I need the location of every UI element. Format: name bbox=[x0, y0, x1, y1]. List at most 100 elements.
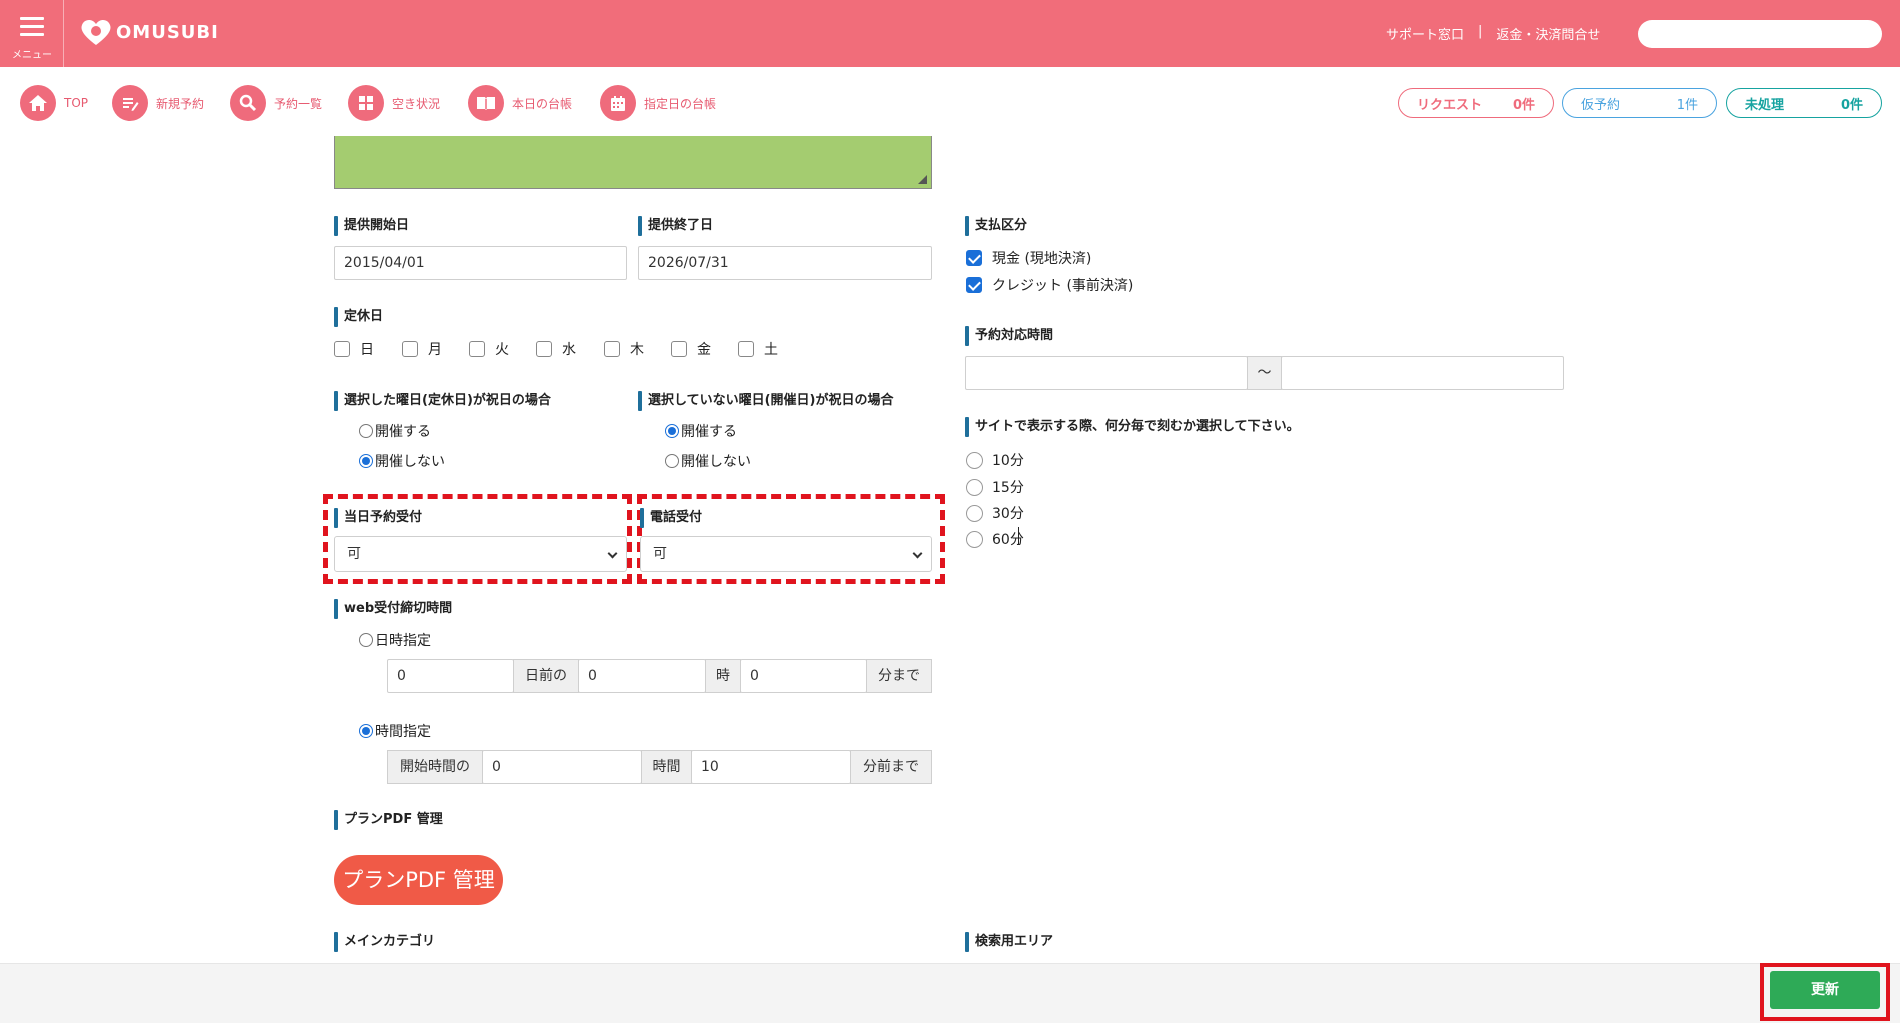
search-area-label: 検索用エリア bbox=[965, 932, 1053, 952]
radio-selected-icon bbox=[359, 454, 373, 468]
holiday-sun-label: 日 bbox=[360, 342, 374, 358]
deadline-date-radio[interactable]: 日時指定 bbox=[359, 630, 431, 650]
nav-today-ledger[interactable]: 本日の台帳 bbox=[468, 85, 572, 121]
link-separator: | bbox=[1478, 24, 1483, 39]
payment-credit-label: クレジット (事前決済) bbox=[992, 278, 1134, 294]
menu-button[interactable]: メニュー bbox=[0, 0, 64, 67]
interval-30-label: 30分 bbox=[992, 506, 1024, 522]
holiday-tue-checkbox[interactable]: 火 bbox=[469, 339, 509, 359]
holiday-fri-label: 金 bbox=[697, 342, 711, 358]
holiday-selected-label: 選択した曜日(定休日)が祝日の場合 bbox=[334, 391, 551, 411]
nav-top-label: TOP bbox=[64, 96, 89, 110]
deadline-hour-input[interactable]: 0 bbox=[578, 659, 706, 693]
provisional-badge[interactable]: 仮予約 1件 bbox=[1562, 88, 1717, 118]
holiday-wed-checkbox[interactable]: 水 bbox=[536, 339, 576, 359]
checkbox-icon bbox=[402, 341, 418, 357]
nav-date-ledger-label: 指定日の台帳 bbox=[644, 96, 717, 111]
deadline-days-unit: 日前の bbox=[513, 659, 579, 693]
holiday-sat-checkbox[interactable]: 土 bbox=[738, 339, 778, 359]
header-search-input[interactable] bbox=[1638, 20, 1882, 48]
top-header: メニュー OMUSUBI サポート窓口 | 返金・決済問合せ bbox=[0, 0, 1900, 67]
deadline-days-input[interactable]: 0 bbox=[387, 659, 514, 693]
payment-cash-label: 現金 (現地決済) bbox=[992, 251, 1092, 267]
checkbox-icon bbox=[334, 341, 350, 357]
calendar-icon bbox=[600, 85, 636, 121]
interval-15-label: 15分 bbox=[992, 480, 1024, 496]
holiday-sat-label: 土 bbox=[764, 342, 778, 358]
hamburger-icon bbox=[20, 17, 44, 41]
nav-reservation-list[interactable]: 予約一覧 bbox=[230, 85, 322, 121]
radio-icon bbox=[966, 530, 983, 548]
phone-select[interactable]: 可 bbox=[640, 536, 932, 572]
resize-grip-icon[interactable] bbox=[918, 175, 927, 184]
search-icon bbox=[230, 85, 266, 121]
highlight-update bbox=[1760, 963, 1890, 1021]
interval-60-radio[interactable]: 60分 bbox=[966, 529, 1024, 549]
holiday-unselected-closed-radio[interactable]: 開催しない bbox=[665, 451, 751, 471]
holidays-label: 定休日 bbox=[334, 307, 383, 327]
web-deadline-label: web受付締切時間 bbox=[334, 599, 452, 619]
holiday-unselected-label: 選択していない曜日(開催日)が祝日の場合 bbox=[638, 391, 894, 411]
holiday-tue-label: 火 bbox=[495, 342, 509, 358]
checkbox-icon bbox=[536, 341, 552, 357]
deadline-time-radio[interactable]: 時間指定 bbox=[359, 721, 431, 741]
holiday-thu-label: 木 bbox=[630, 342, 644, 358]
interval-10-radio[interactable]: 10分 bbox=[966, 450, 1024, 470]
checkbox-icon bbox=[604, 341, 620, 357]
holiday-selected-open-radio[interactable]: 開催する bbox=[359, 421, 431, 441]
unprocessed-badge-count: 0件 bbox=[1840, 97, 1863, 113]
radio-selected-icon bbox=[359, 724, 373, 738]
end-date-input[interactable]: 2026/07/31 bbox=[638, 246, 932, 280]
holiday-thu-checkbox[interactable]: 木 bbox=[604, 339, 644, 359]
nav-top[interactable]: TOP bbox=[20, 85, 88, 121]
pdf-label: プランPDF 管理 bbox=[334, 810, 443, 830]
start-date-input[interactable]: 2015/04/01 bbox=[334, 246, 627, 280]
deadline-minutes-input[interactable]: 10 bbox=[691, 750, 851, 784]
same-day-select[interactable]: 可 bbox=[334, 536, 627, 572]
phone-label: 電話受付 bbox=[640, 508, 702, 528]
holiday-selected-closed-label: 開催しない bbox=[375, 454, 445, 470]
deadline-time-label: 時間指定 bbox=[375, 724, 431, 740]
request-badge-count: 0件 bbox=[1512, 97, 1535, 113]
logo[interactable]: OMUSUBI bbox=[80, 18, 219, 46]
checkbox-checked-icon bbox=[966, 250, 982, 266]
deadline-minute-input[interactable]: 0 bbox=[740, 659, 867, 693]
holiday-mon-label: 月 bbox=[428, 342, 442, 358]
pdf-manage-button[interactable]: プランPDF 管理 bbox=[334, 855, 503, 905]
checkbox-icon bbox=[738, 341, 754, 357]
payment-cash-checkbox[interactable]: 現金 (現地決済) bbox=[966, 248, 1091, 268]
holiday-mon-checkbox[interactable]: 月 bbox=[402, 339, 442, 359]
nav-today-ledger-label: 本日の台帳 bbox=[512, 96, 573, 111]
interval-label: サイトで表示する際、何分毎で刻むか選択して下さい。 bbox=[965, 417, 1300, 437]
reservation-time-to[interactable] bbox=[1281, 356, 1564, 390]
unprocessed-badge[interactable]: 未処理 0件 bbox=[1726, 88, 1882, 118]
interval-10-label: 10分 bbox=[992, 453, 1024, 469]
request-badge[interactable]: リクエスト 0件 bbox=[1398, 88, 1554, 118]
interval-30-radio[interactable]: 30分 bbox=[966, 503, 1024, 523]
support-link[interactable]: サポート窓口 bbox=[1386, 24, 1464, 43]
chevron-down-icon bbox=[607, 548, 618, 559]
radio-icon bbox=[966, 451, 983, 469]
reservation-time-label: 予約対応時間 bbox=[965, 326, 1053, 346]
refund-link[interactable]: 返金・決済問合せ bbox=[1496, 24, 1600, 43]
reservation-time-from[interactable] bbox=[965, 356, 1248, 390]
nav-reservation-list-label: 予約一覧 bbox=[274, 96, 323, 111]
radio-icon bbox=[966, 478, 983, 496]
nav-availability[interactable]: 空き状況 bbox=[348, 85, 440, 121]
nav-date-ledger[interactable]: 指定日の台帳 bbox=[600, 85, 716, 121]
holiday-unselected-open-radio[interactable]: 開催する bbox=[665, 421, 737, 441]
holiday-fri-checkbox[interactable]: 金 bbox=[671, 339, 711, 359]
grid-icon bbox=[348, 85, 384, 121]
deadline-hours-input[interactable]: 0 bbox=[482, 750, 642, 784]
nav-new-reservation[interactable]: 新規予約 bbox=[112, 85, 204, 121]
holiday-selected-closed-radio[interactable]: 開催しない bbox=[359, 451, 445, 471]
holiday-sun-checkbox[interactable]: 日 bbox=[334, 339, 374, 359]
holiday-selected-open-label: 開催する bbox=[375, 424, 431, 440]
payment-credit-checkbox[interactable]: クレジット (事前決済) bbox=[966, 275, 1133, 295]
description-textarea[interactable] bbox=[334, 136, 932, 189]
same-day-value: 可 bbox=[347, 546, 361, 562]
phone-value: 可 bbox=[653, 546, 667, 562]
interval-15-radio[interactable]: 15分 bbox=[966, 477, 1024, 497]
deadline-minute-unit: 分まで bbox=[866, 659, 932, 693]
request-badge-label: リクエスト bbox=[1417, 97, 1483, 113]
